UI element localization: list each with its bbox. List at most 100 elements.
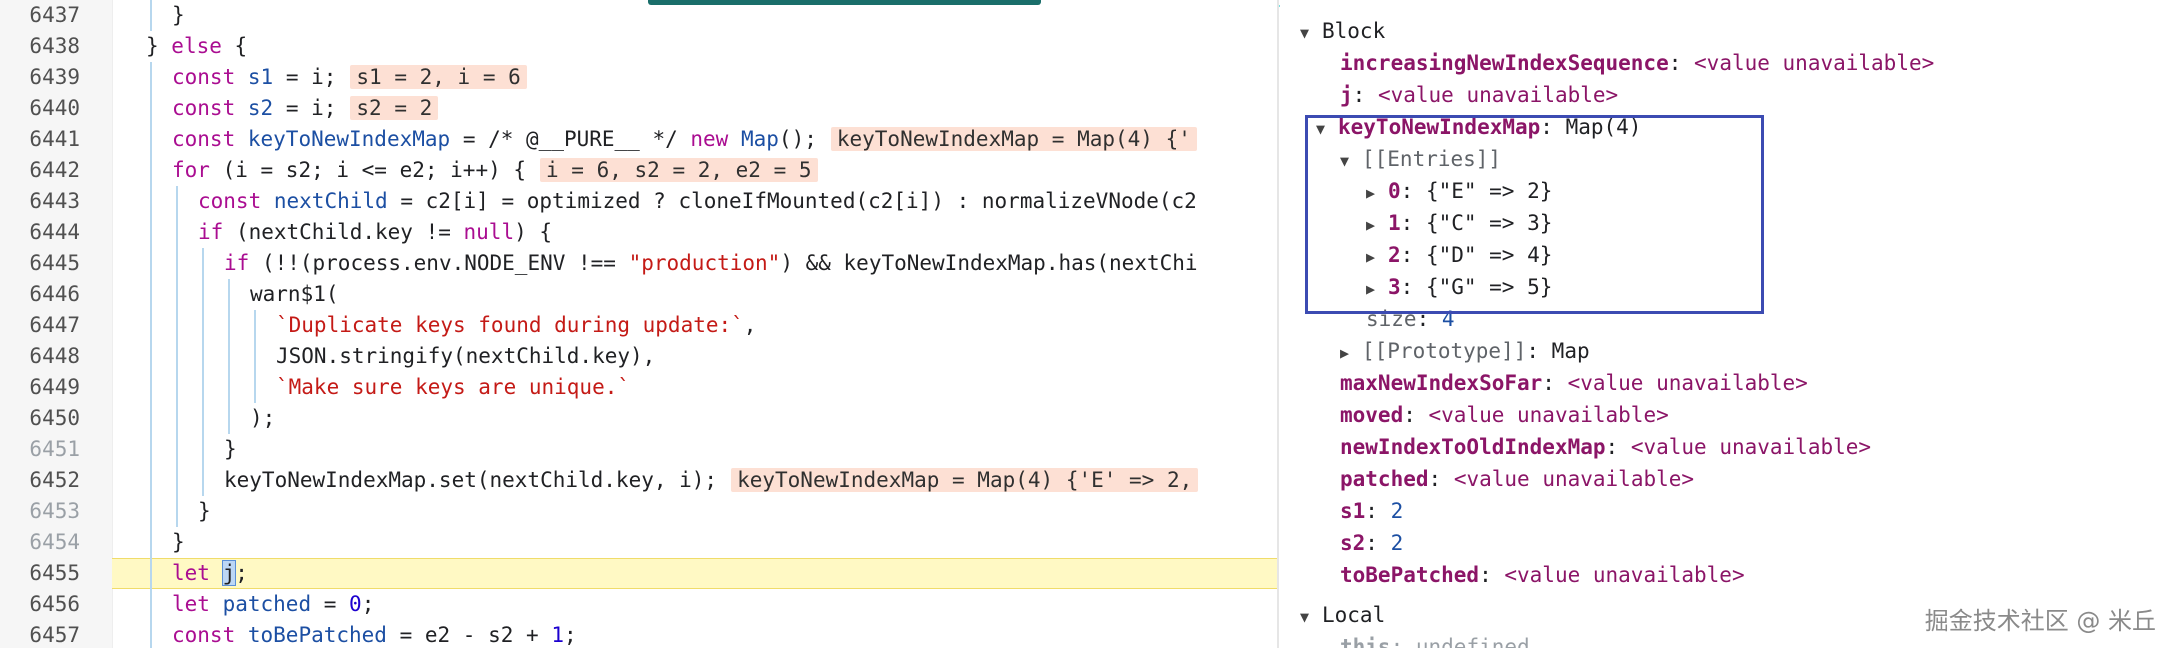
scope-row-s2[interactable]: s2: 2 — [1340, 528, 1403, 559]
code-token: let — [172, 592, 210, 616]
code-text: JSON.stringify(nextChild.key), — [276, 341, 655, 372]
indent-guide — [202, 403, 204, 434]
local-row-this[interactable]: this: undefined — [1340, 632, 1530, 648]
code-text: } — [198, 496, 211, 527]
code-line: 6442 for (i = s2; i <= e2; i++) {i = 6, s… — [0, 155, 1277, 186]
line-number[interactable]: 6454 — [0, 527, 80, 558]
scope-row-value: <value unavailable> — [1377, 83, 1619, 107]
line-number[interactable]: 6445 — [0, 248, 80, 279]
code-line: 6455 let j; — [0, 558, 1277, 589]
code-text: const toBePatched = e2 - s2 + 1; — [172, 620, 577, 648]
code-line: 6444 if (nextChild.key != null) { — [0, 217, 1277, 248]
triangle-right-icon[interactable]: ▶ — [1340, 338, 1362, 369]
indent-guide — [254, 341, 256, 372]
code-token: } — [198, 499, 211, 523]
triangle-down-icon[interactable]: ▼ — [1300, 18, 1322, 49]
inline-value-badge: s1 = 2, i = 6 — [350, 65, 527, 89]
line-number[interactable]: 6452 — [0, 465, 80, 496]
colon-separator: : — [1365, 531, 1391, 555]
active-tab-indicator — [648, 0, 1041, 5]
code-token: if — [224, 251, 250, 275]
scope-row-s1[interactable]: s1: 2 — [1340, 496, 1403, 527]
scope-row-tobepatched[interactable]: toBePatched: <value unavailable> — [1340, 560, 1745, 591]
scope-row-value: <value unavailable> — [1453, 467, 1695, 491]
code-token: { — [221, 34, 248, 58]
scope-row-newindextooldindexmap[interactable]: newIndexToOldIndexMap: <value unavailabl… — [1340, 432, 1871, 463]
code-line: 6448 JSON.stringify(nextChild.key), — [0, 341, 1277, 372]
code-token: ; — [235, 561, 248, 585]
line-number[interactable]: 6441 — [0, 124, 80, 155]
line-number[interactable]: 6443 — [0, 186, 80, 217]
colon-separator: : — [1526, 339, 1552, 363]
scope-row-value: <value unavailable> — [1428, 403, 1669, 427]
indent-guide — [254, 310, 256, 341]
colon-separator: : — [1668, 51, 1695, 75]
code-line: 6452 keyToNewIndexMap.set(nextChild.key, … — [0, 465, 1277, 496]
line-number[interactable]: 6457 — [0, 620, 80, 648]
scope-row-moved[interactable]: moved: <value unavailable> — [1340, 400, 1669, 431]
block-scope-header[interactable]: ▼ Block — [1300, 16, 1385, 47]
scope-row-prototype[interactable]: ▶ [[Prototype]]: Map — [1340, 336, 1590, 367]
code-text: warn$1( — [250, 279, 339, 310]
local-row-value: undefined — [1415, 635, 1530, 648]
triangle-down-icon[interactable]: ▼ — [1300, 602, 1322, 633]
line-number[interactable]: 6450 — [0, 403, 80, 434]
scope-row-value: <value unavailable> — [1567, 371, 1808, 395]
local-scope-label: Local — [1322, 603, 1386, 627]
line-number[interactable]: 6448 — [0, 341, 80, 372]
scope-row-maxnewindexsofar[interactable]: maxNewIndexSoFar: <value unavailable> — [1340, 368, 1808, 399]
code-line: 6450); — [0, 403, 1277, 434]
indent-guide — [150, 620, 152, 648]
source-editor[interactable]: 6437} 6438} else {6439 const s1 = i; s1 = 2… — [0, 0, 1277, 648]
scope-row-increasingnewindexsequence[interactable]: increasingNewIndexSequence: <value unava… — [1340, 48, 1934, 79]
line-number[interactable]: 6440 — [0, 93, 80, 124]
code-token: (nextChild.key != — [223, 220, 464, 244]
colon-separator: : — [1605, 435, 1631, 459]
code-line: 6456 let patched = 0; — [0, 589, 1277, 620]
scope-row-patched[interactable]: patched: <value unavailable> — [1340, 464, 1694, 495]
line-number[interactable]: 6449 — [0, 372, 80, 403]
local-scope-header[interactable]: ▼ Local — [1300, 600, 1385, 631]
code-token: s2 — [247, 96, 274, 120]
line-number[interactable]: 6453 — [0, 496, 80, 527]
line-number[interactable]: 6437 — [0, 0, 80, 31]
code-text: } — [172, 527, 185, 558]
code-line: 6445 if (!!(process.env.NODE_ENV !== "pro… — [0, 248, 1277, 279]
code-token: new — [690, 127, 729, 151]
indent-guide — [150, 589, 152, 620]
line-number[interactable]: 6442 — [0, 155, 80, 186]
line-number[interactable]: 6438 — [0, 31, 80, 62]
code-line: 6441 const keyToNewIndexMap = /* @__PURE_… — [0, 124, 1277, 155]
code-token: JSON.stringify(nextChild.key), — [276, 344, 656, 368]
code-token: s1 — [247, 65, 274, 89]
line-number[interactable]: 6444 — [0, 217, 80, 248]
indent-guide — [150, 558, 152, 589]
scope-row-value: 2 — [1390, 499, 1404, 523]
code-token: = i; — [273, 65, 337, 89]
colon-separator: : — [1403, 403, 1429, 427]
line-number[interactable]: 6455 — [0, 558, 80, 589]
code-token: nextChild — [273, 189, 388, 213]
line-number[interactable]: 6456 — [0, 589, 80, 620]
code-line: 6438} else { — [0, 31, 1277, 62]
code-line: 6451} — [0, 434, 1277, 465]
scope-row-j[interactable]: j: <value unavailable> — [1340, 80, 1618, 111]
code-token: ); — [250, 406, 276, 430]
line-number[interactable]: 6446 — [0, 279, 80, 310]
pane-splitter[interactable] — [1277, 0, 1279, 648]
code-line: 6443 const nextChild = c2[i] = optimized … — [0, 186, 1277, 217]
line-number[interactable]: 6439 — [0, 62, 80, 93]
block-scope-label: Block — [1322, 19, 1386, 43]
local-row-name: this — [1340, 635, 1391, 648]
code-text: const s2 = i; s2 = 2 — [172, 93, 439, 124]
line-number[interactable]: 6447 — [0, 310, 80, 341]
code-token: const — [172, 65, 236, 89]
indent-guide — [150, 310, 152, 341]
scope-panel: ▼ Block increasingNewIndexSequence: <valu… — [1280, 0, 2168, 648]
code-token: ) { — [514, 220, 553, 244]
line-number[interactable]: 6451 — [0, 434, 80, 465]
indent-guide — [176, 465, 178, 496]
